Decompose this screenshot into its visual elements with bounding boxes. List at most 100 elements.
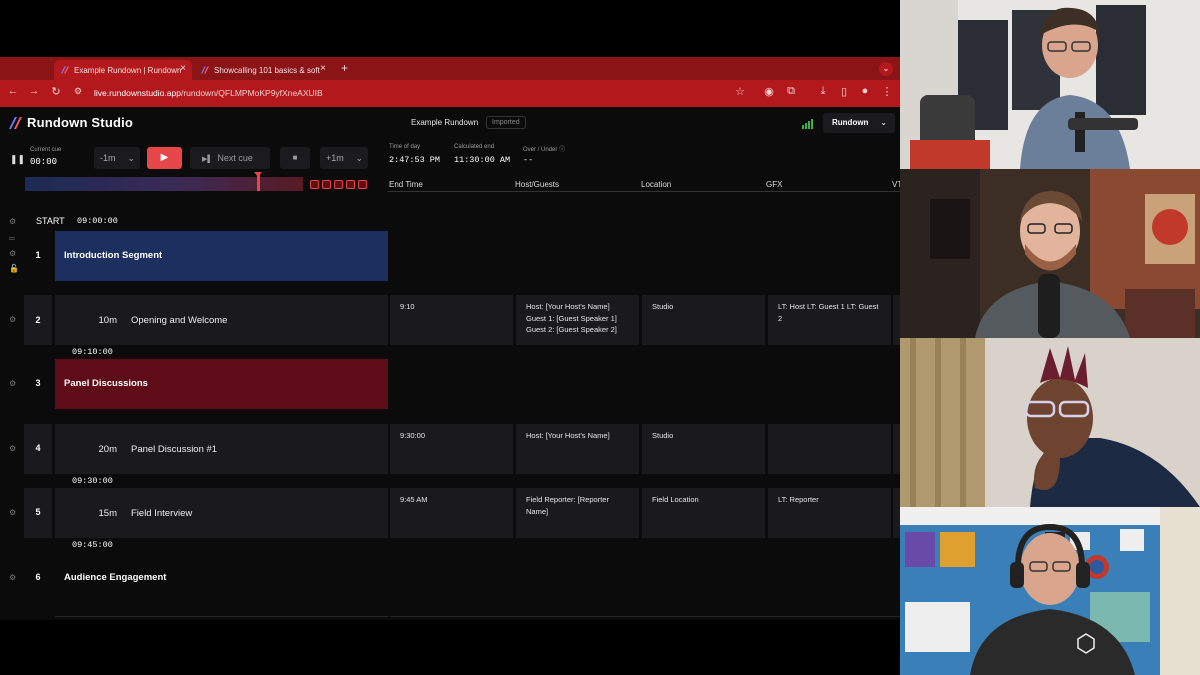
site-info-icon[interactable]: ⚙ [71,86,85,97]
reload-icon[interactable]: ↻ [49,85,63,98]
participant-video [900,338,1200,507]
kebab-menu-icon[interactable]: ⋮ [880,85,894,98]
stop-button[interactable]: ■ [280,147,310,169]
url-host: live.rundownstudio.app [94,88,181,98]
drag-handle-icon[interactable]: ═ [9,234,15,243]
app-name: Rundown Studio [27,115,134,130]
puzzle-icon[interactable]: ⧉ [784,85,798,98]
minus-label: -1m [100,153,116,163]
plus-label: +1m [326,153,344,163]
close-icon[interactable]: × [180,63,186,74]
time-of-day-value: 2:47:53 PM [389,155,441,165]
lock-icon[interactable]: 🔓 [9,264,19,273]
gear-icon[interactable]: ⚙ [9,249,16,258]
cell-host-guests[interactable]: Field Reporter: [Reporter Name] [516,488,639,538]
header-divider [388,191,900,192]
cell-end-time[interactable]: 9:10 [390,295,513,345]
cue-end-time: 09:30:00 [72,476,113,486]
column-header-host-guests[interactable]: Host/Guests [515,180,559,189]
browser-window: Example Rundown | Rundown × Showcalling … [0,57,900,620]
gear-icon[interactable]: ⚙ [9,508,16,517]
rundown-logo-icon [9,116,22,129]
sidepanel-icon[interactable]: ▯ [837,85,851,98]
cue-marker[interactable] [322,180,331,189]
address-bar[interactable]: live.rundownstudio.app/rundown/QFLMPMoKP… [86,83,754,103]
connection-signal-icon [802,119,813,129]
close-icon[interactable]: × [320,63,326,74]
view-selector[interactable]: Rundown ⌄ [823,113,895,133]
playhead-marker-icon [254,172,262,177]
column-header-vt[interactable]: VT [892,180,900,189]
row-number: 3 [35,378,41,388]
cue-marker[interactable] [358,180,367,189]
tab-bar: Example Rundown | Rundown × Showcalling … [0,57,900,80]
arrow-left-icon[interactable]: ← [6,85,20,97]
next-cue-button[interactable]: ▶▌ Next cue [190,147,270,169]
gear-icon[interactable]: ⚙ [9,217,16,226]
cue-row-opening[interactable]: 10m Opening and Welcome [55,295,388,345]
row-number: 1 [35,250,41,260]
segment-row-audience-engagement[interactable]: Audience Engagement [64,572,166,583]
row-divider [55,616,388,617]
download-icon[interactable]: ⤓ [816,85,830,98]
row-number: 5 [35,507,41,517]
pause-icon[interactable]: ❚❚ [10,154,25,165]
segment-row-introduction[interactable]: Introduction Segment [55,231,388,281]
app-logo[interactable]: Rundown Studio [8,115,133,130]
new-tab-button[interactable]: + [341,61,348,75]
column-header-gfx[interactable]: GFX [766,180,782,189]
cue-marker[interactable] [334,180,343,189]
cell-location[interactable]: Studio [642,295,765,345]
cell-gfx[interactable] [768,424,891,474]
cell-vt[interactable] [893,424,900,474]
chevron-down-icon: ⌄ [880,118,887,127]
gear-icon[interactable]: ⚙ [9,573,16,582]
cell-location[interactable]: Field Location [642,488,765,538]
video-tile-participant-2 [900,169,1200,338]
column-header-location[interactable]: Location [641,180,671,189]
rundown-logo-icon [200,66,209,74]
participant-video [900,507,1200,675]
arrow-right-icon[interactable]: → [27,85,41,97]
cue-row-panel-discussion-1[interactable]: 20m Panel Discussion #1 [55,424,388,474]
gear-icon[interactable]: ⚙ [9,379,16,388]
cell-end-time[interactable]: 9:45 AM [390,488,513,538]
tab-label: Showcalling 101 basics & soft [214,65,320,75]
extension-icon[interactable]: ◉ [762,85,776,98]
time-of-day-label: Time of day [389,144,421,150]
gear-icon[interactable]: ⚙ [9,315,16,324]
cell-host-guests[interactable]: Host: [Your Host's Name] Guest 1: [Guest … [516,295,639,345]
column-header-end-time[interactable]: End Time [389,180,423,189]
profile-icon[interactable]: ● [858,85,872,97]
row-divider [390,616,900,617]
stop-icon: ■ [292,153,298,162]
cue-marker[interactable] [310,180,319,189]
star-icon[interactable]: ☆ [733,85,747,98]
cue-duration: 15m [98,508,117,519]
chevron-down-icon: ⌄ [127,153,135,163]
cue-marker[interactable] [346,180,355,189]
cell-vt[interactable] [893,295,900,345]
tab-example-rundown[interactable]: Example Rundown | Rundown × [54,60,192,80]
navigation-bar: ← → ↻ ⚙ live.rundownstudio.app/rundown/Q… [0,80,900,107]
cell-vt[interactable] [893,488,900,538]
gear-icon[interactable]: ⚙ [9,444,16,453]
play-button[interactable]: ▶ [147,147,182,169]
segment-row-panel-discussions[interactable]: Panel Discussions [55,359,388,409]
cue-row-field-interview[interactable]: 15m Field Interview [55,488,388,538]
cell-gfx[interactable]: LT: Host LT: Guest 1 LT: Guest 2 [768,295,891,345]
view-selector-label: Rundown [832,118,869,127]
tab-showcalling[interactable]: Showcalling 101 basics & soft × [194,60,332,80]
cell-gfx[interactable]: LT: Reporter [768,488,891,538]
timeline-bar[interactable] [25,177,303,191]
play-icon: ▶ [160,152,169,163]
cell-host-guests[interactable]: Host: [Your Host's Name] [516,424,639,474]
current-cue-label: Current cue [30,147,62,153]
rundown-title[interactable]: Example Rundown [411,118,478,127]
cell-location[interactable]: Studio [642,424,765,474]
plus-one-minute-button[interactable]: +1m ⌄ [320,147,368,169]
cell-end-time[interactable]: 9:30:00 [390,424,513,474]
chevron-down-icon[interactable]: ⌄ [879,62,893,76]
info-icon[interactable]: ⓘ [559,147,565,153]
minus-one-minute-button[interactable]: -1m ⌄ [94,147,140,169]
